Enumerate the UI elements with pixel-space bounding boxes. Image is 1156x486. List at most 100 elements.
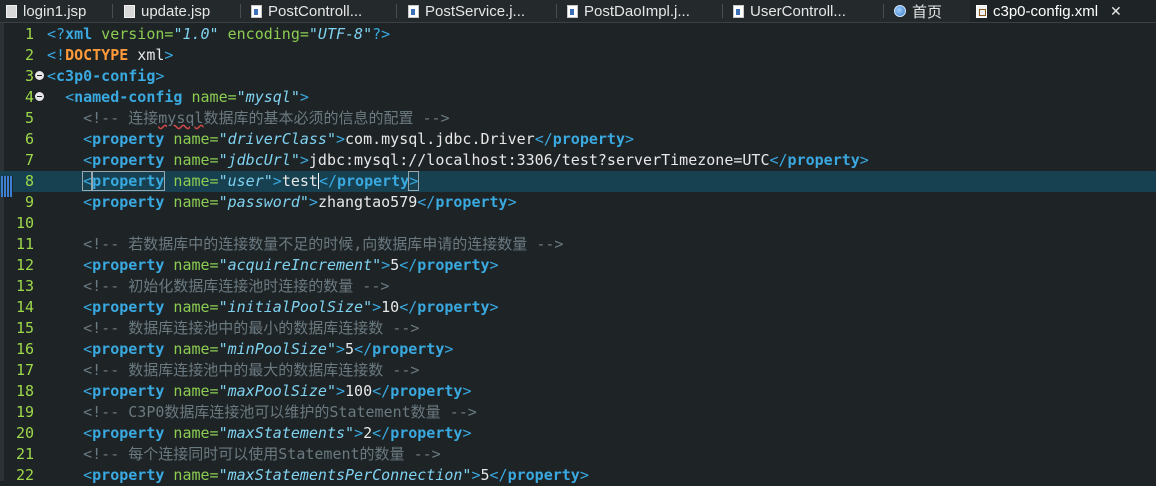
line-number: 2 bbox=[24, 46, 34, 64]
code-token: > bbox=[299, 88, 309, 106]
line-number: 17 bbox=[15, 361, 34, 379]
code-text: <!DOCTYPE xml> bbox=[47, 45, 173, 66]
code-line[interactable]: 22 <property name="maxStatementsPerConne… bbox=[0, 465, 1156, 486]
code-line[interactable]: 13 <!-- 初始化数据库连接池时连接的数量 --> bbox=[0, 276, 1156, 297]
code-text: <!-- 每个连接同时可以使用Statement的数量 --> bbox=[47, 444, 441, 465]
tab-update-jsp[interactable]: update.jsp bbox=[124, 0, 236, 22]
code-editor[interactable]: 1 <?xml version="1.0" encoding="UTF-8"?> 2… bbox=[0, 23, 1156, 484]
code-line[interactable]: 20 <property name="maxStatements">2</pro… bbox=[0, 423, 1156, 444]
code-token: version= bbox=[92, 25, 174, 43]
code-line[interactable]: 10 bbox=[0, 213, 1156, 234]
code-token: property bbox=[92, 298, 165, 316]
code-token: "mysql" bbox=[236, 88, 300, 106]
tab-label: PostDaoImpl.j... bbox=[584, 2, 690, 20]
code-line[interactable]: 12 <property name="acquireIncrement">5</… bbox=[0, 255, 1156, 276]
code-line[interactable]: 18 <property name="maxPoolSize">100</pro… bbox=[0, 381, 1156, 402]
code-token: > bbox=[471, 466, 481, 484]
tab-post-dao-impl[interactable]: PostDaoImpl.j... bbox=[567, 0, 717, 22]
code-token: property bbox=[390, 382, 463, 400]
tab-post-controller[interactable]: PostControll... bbox=[251, 0, 385, 22]
code-text: <?xml version="1.0" encoding="UTF-8"?> bbox=[47, 24, 390, 45]
code-line[interactable]: 19 <!-- C3P0数据库连接池可以维护的Statement数量 --> bbox=[0, 402, 1156, 423]
code-token: > bbox=[272, 172, 282, 190]
code-token: > bbox=[489, 298, 499, 316]
code-line[interactable]: 14 <property name="initialPoolSize">10</… bbox=[0, 297, 1156, 318]
code-token: "driverClass" bbox=[218, 130, 336, 148]
code-line[interactable]: 9 <property name="password">zhangtao579<… bbox=[0, 192, 1156, 213]
code-token: > bbox=[625, 130, 635, 148]
code-token: "initialPoolSize" bbox=[218, 298, 373, 316]
code-line[interactable]: 15 <!-- 数据库连接池中的最小的数据库连接数 --> bbox=[0, 318, 1156, 339]
code-line[interactable]: 1 <?xml version="1.0" encoding="UTF-8"?> bbox=[0, 24, 1156, 45]
code-token: <!-- C3P0数据库连接池可以维护的Statement数量 --> bbox=[83, 403, 477, 421]
code-line[interactable]: 8 <property name="user">test</property> bbox=[0, 171, 1156, 192]
tab-user-controller[interactable]: UserControll... bbox=[733, 0, 873, 22]
code-token: property bbox=[92, 466, 165, 484]
code-token: > bbox=[299, 151, 309, 169]
code-token: 5 bbox=[390, 256, 400, 274]
java-file-icon bbox=[567, 4, 578, 18]
code-token: property bbox=[92, 424, 165, 442]
code-token: <!-- 若数据库中的连接数量不足的时候,向数据库申请的连接数量 --> bbox=[83, 235, 564, 253]
code-token: 5 bbox=[345, 340, 355, 358]
code-line[interactable]: 4 <named-config name="mysql"> bbox=[0, 87, 1156, 108]
code-line[interactable]: 7 <property name="jdbcUrl">jdbc:mysql://… bbox=[0, 150, 1156, 171]
code-token: > bbox=[462, 424, 472, 442]
code-token: <!-- 每个连接同时可以使用Statement的数量 --> bbox=[83, 445, 441, 463]
tab-login1-jsp[interactable]: login1.jsp bbox=[6, 0, 106, 22]
code-line[interactable]: 6 <property name="driverClass">com.mysql… bbox=[0, 129, 1156, 150]
code-token: < bbox=[83, 424, 93, 442]
code-token: > bbox=[354, 424, 364, 442]
close-icon[interactable]: ✕ bbox=[1110, 3, 1122, 20]
code-token: > bbox=[859, 151, 869, 169]
code-token: < bbox=[83, 151, 93, 169]
code-text: <property name="maxStatementsPerConnecti… bbox=[47, 465, 589, 486]
line-number: 10 bbox=[15, 214, 34, 232]
code-token: property bbox=[507, 466, 580, 484]
code-token: zhangtao579 bbox=[317, 193, 418, 211]
code-line[interactable]: 11 <!-- 若数据库中的连接数量不足的时候,向数据库申请的连接数量 --> bbox=[0, 234, 1156, 255]
line-number: 7 bbox=[24, 151, 34, 169]
code-token: c3p0-config bbox=[56, 67, 156, 85]
code-token: > bbox=[489, 256, 499, 274]
code-text: <property name="initialPoolSize">10</pro… bbox=[47, 297, 499, 318]
code-token: property bbox=[417, 256, 490, 274]
code-token: name= bbox=[164, 340, 219, 358]
code-token: property bbox=[91, 171, 166, 191]
fold-collapse-icon[interactable] bbox=[35, 71, 44, 80]
line-number: 22 bbox=[15, 466, 34, 484]
jsp-file-icon bbox=[6, 4, 17, 18]
code-text: <property name="driverClass">com.mysql.j… bbox=[47, 129, 634, 150]
code-token: name= bbox=[164, 466, 219, 484]
code-text: <c3p0-config> bbox=[47, 66, 164, 87]
tab-post-service[interactable]: PostService.j... bbox=[408, 0, 548, 22]
java-file-icon bbox=[733, 4, 744, 18]
code-token: DOCTYPE bbox=[65, 46, 129, 64]
fold-collapse-icon[interactable] bbox=[35, 92, 44, 101]
code-token: property bbox=[435, 193, 508, 211]
code-line[interactable]: 5 <!-- 连接mysql数据库的基本必须的信息的配置 --> bbox=[0, 108, 1156, 129]
code-text: <property name="jdbcUrl">jdbc:mysql://lo… bbox=[47, 150, 869, 171]
code-token: 2 bbox=[363, 424, 373, 442]
code-token: name= bbox=[164, 172, 219, 190]
code-token: <!-- 连接 bbox=[83, 109, 159, 127]
tab-c3p0-config-xml[interactable]: c3p0-config.xml ✕ bbox=[970, 0, 1156, 22]
line-number: 18 bbox=[15, 382, 34, 400]
code-line[interactable]: 2 <!DOCTYPE xml> bbox=[0, 45, 1156, 66]
code-line[interactable]: 17 <!-- 数据库连接池中的最大的数据库连接数 --> bbox=[0, 360, 1156, 381]
tab-homepage[interactable]: 首页 bbox=[894, 0, 964, 22]
code-line[interactable]: 21 <!-- 每个连接同时可以使用Statement的数量 --> bbox=[0, 444, 1156, 465]
code-line[interactable]: 3 <c3p0-config> bbox=[0, 66, 1156, 87]
code-line[interactable]: 16 <property name="minPoolSize">5</prope… bbox=[0, 339, 1156, 360]
code-text: <property name="password">zhangtao579</p… bbox=[47, 192, 517, 213]
code-token: > bbox=[308, 193, 318, 211]
code-token: 100 bbox=[345, 382, 373, 400]
